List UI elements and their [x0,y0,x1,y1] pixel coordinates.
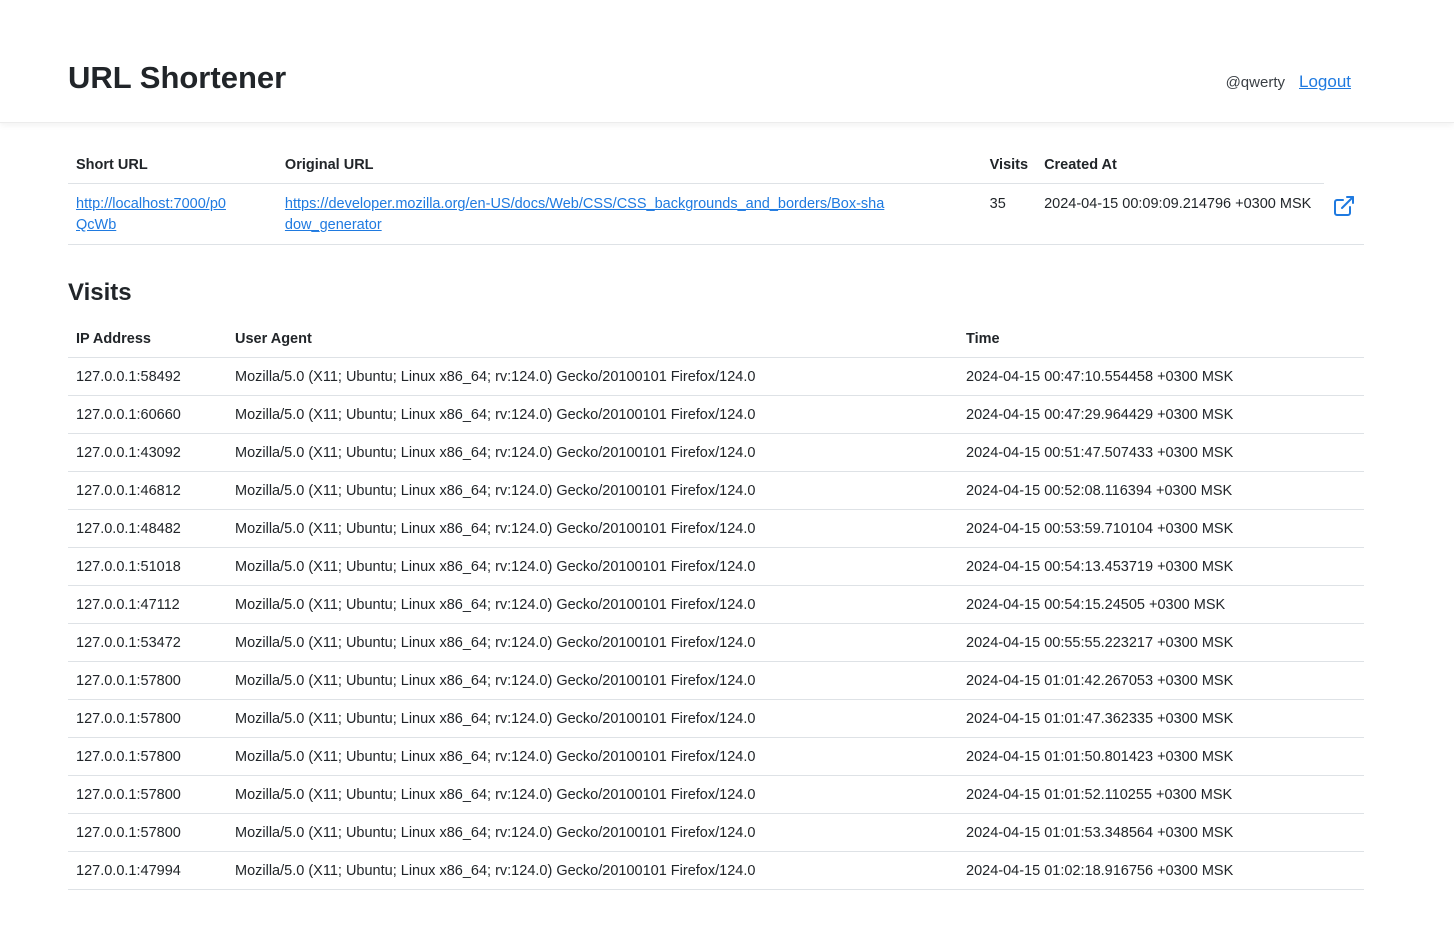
visit-user-agent-cell: Mozilla/5.0 (X11; Ubuntu; Linux x86_64; … [227,661,958,700]
visit-user-agent-cell: Mozilla/5.0 (X11; Ubuntu; Linux x86_64; … [227,357,958,396]
visit-ip-cell: 127.0.0.1:51018 [68,547,227,586]
visit-user-agent-cell: Mozilla/5.0 (X11; Ubuntu; Linux x86_64; … [227,851,958,890]
column-header-time: Time [958,320,1364,358]
visit-time-cell: 2024-04-15 00:53:59.710104 +0300 MSK [958,509,1364,548]
visit-row: 127.0.0.1:48482 Mozilla/5.0 (X11; Ubuntu;… [68,509,1364,548]
visit-ip-cell: 127.0.0.1:48482 [68,509,227,548]
visit-user-agent-cell: Mozilla/5.0 (X11; Ubuntu; Linux x86_64; … [227,699,958,738]
visit-row: 127.0.0.1:51018 Mozilla/5.0 (X11; Ubuntu;… [68,547,1364,586]
visits-table: IP Address User Agent Time 127.0.0.1:584… [68,320,1364,890]
column-header-short-url: Short URL [68,144,277,184]
column-header-ip: IP Address [68,320,227,358]
visit-ip-cell: 127.0.0.1:60660 [68,395,227,434]
original-url-link[interactable]: https://developer.mozilla.org/en-US/docs… [285,194,885,236]
visit-row: 127.0.0.1:57800 Mozilla/5.0 (X11; Ubuntu;… [68,661,1364,700]
visit-user-agent-cell: Mozilla/5.0 (X11; Ubuntu; Linux x86_64; … [227,471,958,510]
visit-ip-cell: 127.0.0.1:53472 [68,623,227,662]
actions-cell [1323,183,1364,245]
column-header-actions [1324,144,1364,184]
visit-ip-cell: 127.0.0.1:46812 [68,471,227,510]
visit-time-cell: 2024-04-15 01:02:18.916756 +0300 MSK [958,851,1364,890]
visit-user-agent-cell: Mozilla/5.0 (X11; Ubuntu; Linux x86_64; … [227,509,958,548]
visit-user-agent-cell: Mozilla/5.0 (X11; Ubuntu; Linux x86_64; … [227,433,958,472]
visit-ip-cell: 127.0.0.1:57800 [68,775,227,814]
original-url-cell: https://developer.mozilla.org/en-US/docs… [276,183,982,245]
visit-row: 127.0.0.1:57800 Mozilla/5.0 (X11; Ubuntu;… [68,775,1364,814]
column-header-created-at: Created At [1036,144,1324,184]
app-title: URL Shortener [68,60,287,95]
visit-user-agent-cell: Mozilla/5.0 (X11; Ubuntu; Linux x86_64; … [227,547,958,586]
visit-ip-cell: 127.0.0.1:43092 [68,433,227,472]
url-row: http://localhost:7000/p0QcWb https://dev… [68,183,1364,245]
visit-row: 127.0.0.1:53472 Mozilla/5.0 (X11; Ubuntu;… [68,623,1364,662]
visit-time-cell: 2024-04-15 01:01:52.110255 +0300 MSK [958,775,1364,814]
visit-user-agent-cell: Mozilla/5.0 (X11; Ubuntu; Linux x86_64; … [227,775,958,814]
page-header: URL Shortener @qwerty Logout [0,0,1454,123]
logout-link[interactable]: Logout [1299,72,1351,92]
url-table: Short URL Original URL Visits Created At… [68,144,1364,245]
short-url-link[interactable]: http://localhost:7000/p0QcWb [76,194,226,236]
visit-time-cell: 2024-04-15 01:01:47.362335 +0300 MSK [958,699,1364,738]
visit-row: 127.0.0.1:46812 Mozilla/5.0 (X11; Ubuntu;… [68,471,1364,510]
visit-row: 127.0.0.1:43092 Mozilla/5.0 (X11; Ubuntu;… [68,433,1364,472]
short-url-cell: http://localhost:7000/p0QcWb [68,183,277,245]
visit-row: 127.0.0.1:57800 Mozilla/5.0 (X11; Ubuntu;… [68,737,1364,776]
username-label: @qwerty [1225,73,1285,91]
external-link-icon[interactable] [1332,194,1356,218]
visit-ip-cell: 127.0.0.1:58492 [68,357,227,396]
user-area: @qwerty Logout [1226,72,1351,92]
visit-user-agent-cell: Mozilla/5.0 (X11; Ubuntu; Linux x86_64; … [227,395,958,434]
visit-row: 127.0.0.1:58492 Mozilla/5.0 (X11; Ubuntu;… [68,357,1364,396]
visit-user-agent-cell: Mozilla/5.0 (X11; Ubuntu; Linux x86_64; … [227,737,958,776]
visit-ip-cell: 127.0.0.1:47994 [68,851,227,890]
visit-time-cell: 2024-04-15 01:01:50.801423 +0300 MSK [958,737,1364,776]
visit-time-cell: 2024-04-15 00:47:10.554458 +0300 MSK [958,357,1364,396]
column-header-visits: Visits [981,144,1037,184]
visit-time-cell: 2024-04-15 01:01:42.267053 +0300 MSK [958,661,1364,700]
visit-ip-cell: 127.0.0.1:57800 [68,813,227,852]
visits-count: 35 [981,183,1037,245]
visit-time-cell: 2024-04-15 01:01:53.348564 +0300 MSK [958,813,1364,852]
main-content: Short URL Original URL Visits Created At… [68,144,1364,890]
visit-row: 127.0.0.1:47994 Mozilla/5.0 (X11; Ubuntu;… [68,851,1364,890]
column-header-original-url: Original URL [276,144,982,184]
visit-row: 127.0.0.1:60660 Mozilla/5.0 (X11; Ubuntu;… [68,395,1364,434]
visit-ip-cell: 127.0.0.1:47112 [68,585,227,624]
visits-table-body: 127.0.0.1:58492 Mozilla/5.0 (X11; Ubuntu;… [68,357,1364,890]
visit-ip-cell: 127.0.0.1:57800 [68,699,227,738]
visit-time-cell: 2024-04-15 00:54:15.24505 +0300 MSK [958,585,1364,624]
visit-row: 127.0.0.1:57800 Mozilla/5.0 (X11; Ubuntu;… [68,699,1364,738]
visit-row: 127.0.0.1:57800 Mozilla/5.0 (X11; Ubuntu;… [68,813,1364,852]
visit-user-agent-cell: Mozilla/5.0 (X11; Ubuntu; Linux x86_64; … [227,623,958,662]
visit-row: 127.0.0.1:47112 Mozilla/5.0 (X11; Ubuntu;… [68,585,1364,624]
visit-time-cell: 2024-04-15 00:54:13.453719 +0300 MSK [958,547,1364,586]
visit-ip-cell: 127.0.0.1:57800 [68,661,227,700]
visit-ip-cell: 127.0.0.1:57800 [68,737,227,776]
column-header-user-agent: User Agent [227,320,958,358]
visit-time-cell: 2024-04-15 00:55:55.223217 +0300 MSK [958,623,1364,662]
visits-table-header: IP Address User Agent Time [68,320,1364,358]
visit-time-cell: 2024-04-15 00:51:47.507433 +0300 MSK [958,433,1364,472]
visit-time-cell: 2024-04-15 00:52:08.116394 +0300 MSK [958,471,1364,510]
visit-time-cell: 2024-04-15 00:47:29.964429 +0300 MSK [958,395,1364,434]
created-at-value: 2024-04-15 00:09:09.214796 +0300 MSK [1036,183,1324,245]
visit-user-agent-cell: Mozilla/5.0 (X11; Ubuntu; Linux x86_64; … [227,585,958,624]
visits-section-title: Visits [68,279,132,306]
url-table-header: Short URL Original URL Visits Created At [68,144,1364,184]
visit-user-agent-cell: Mozilla/5.0 (X11; Ubuntu; Linux x86_64; … [227,813,958,852]
